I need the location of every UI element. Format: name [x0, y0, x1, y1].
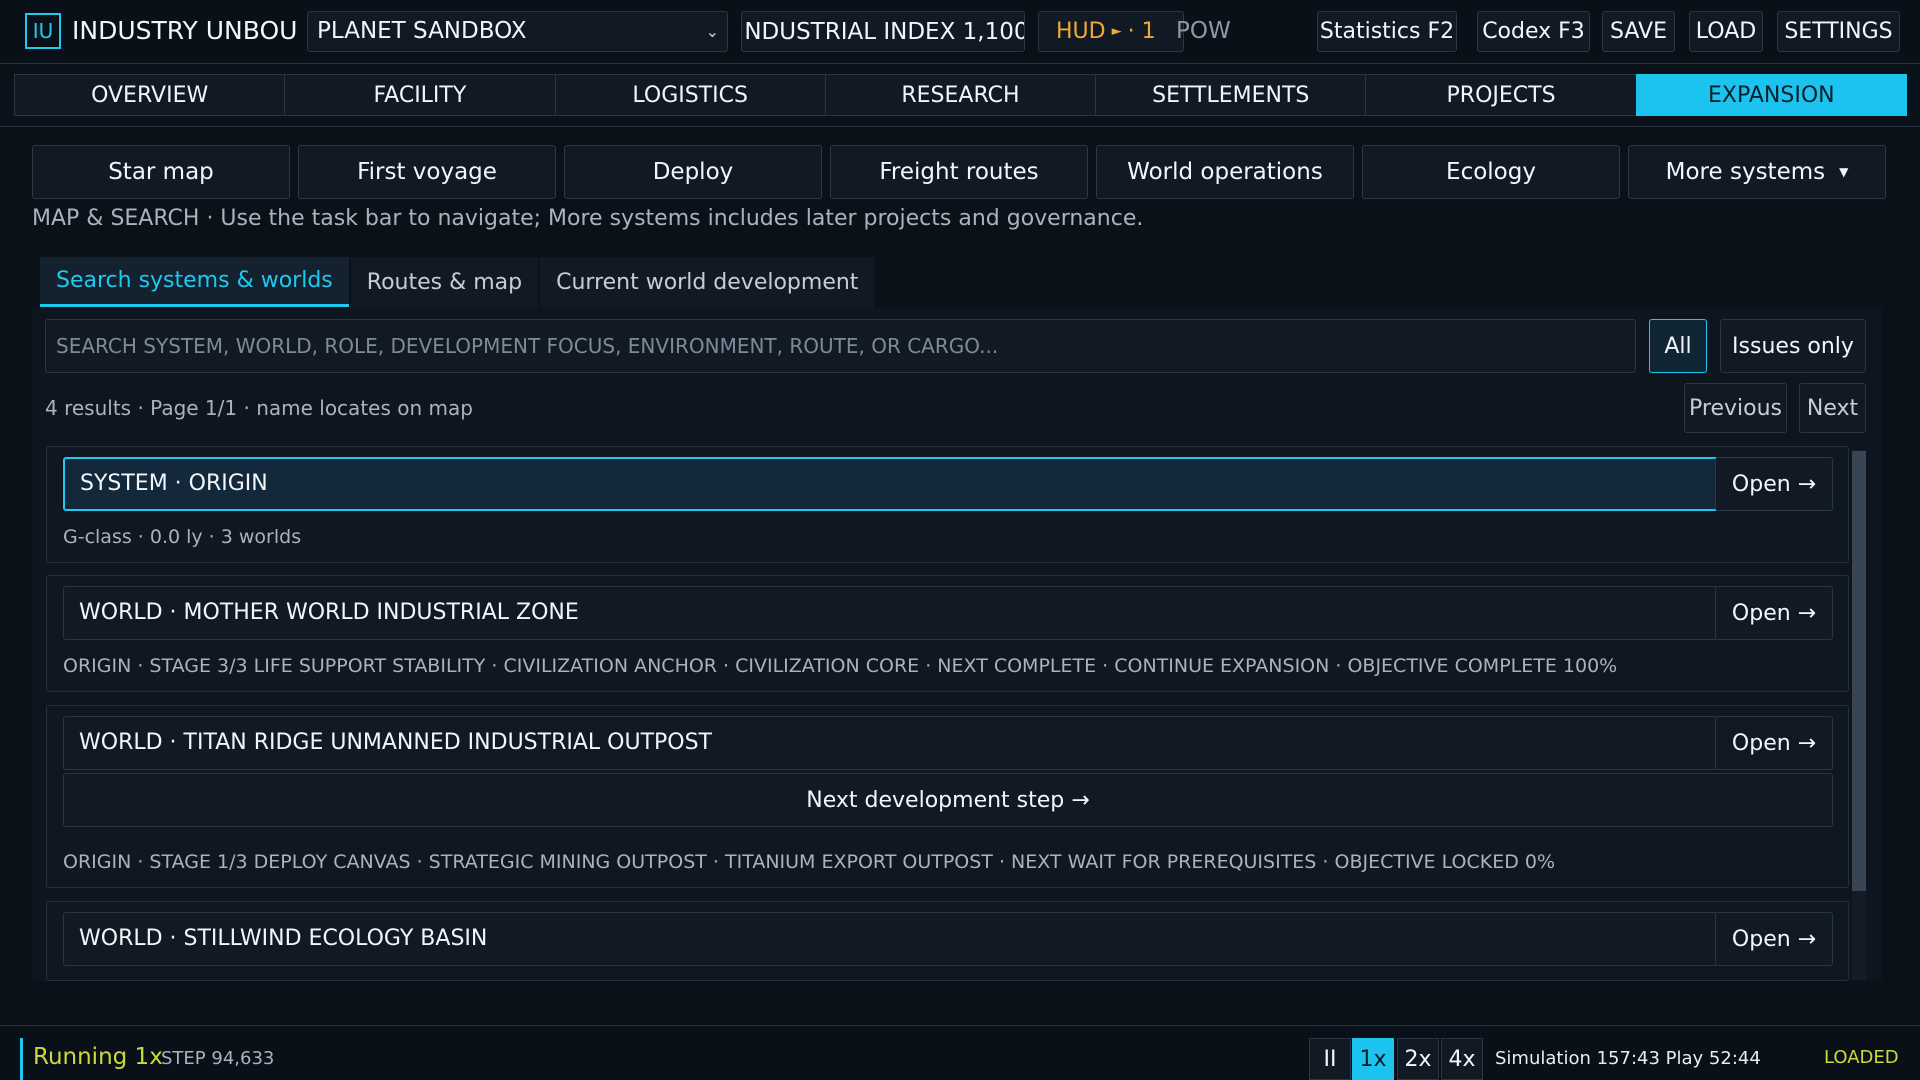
tab-expansion[interactable]: EXPANSION — [1635, 74, 1907, 116]
panel-bottom-edge — [32, 981, 1884, 993]
subnav-first-voyage[interactable]: First voyage — [298, 145, 556, 199]
open-result-button[interactable]: Open → — [1715, 912, 1833, 966]
result-name-button[interactable]: SYSTEM · ORIGIN — [63, 457, 1718, 511]
result-name-button[interactable]: WORLD · TITAN RIDGE UNMANNED INDUSTRIAL … — [63, 716, 1718, 770]
filter-issues-only-button[interactable]: Issues only — [1720, 319, 1866, 373]
next-development-step-button[interactable]: Next development step → — [63, 773, 1833, 827]
pow-label: POW — [1176, 18, 1231, 44]
pause-button[interactable]: II — [1309, 1038, 1351, 1080]
tab-facility[interactable]: FACILITY — [284, 74, 556, 116]
results-summary: 4 results · Page 1/1 · name locates on m… — [45, 396, 473, 420]
search-tab-bar: Search systems & worlds Routes & map Cur… — [40, 257, 876, 307]
tab-routes-map[interactable]: Routes & map — [350, 257, 539, 307]
world-select[interactable]: PLANET SANDBOX ⌄ — [307, 11, 728, 52]
app-logo-icon: IU — [25, 13, 61, 49]
tab-search-systems-worlds[interactable]: Search systems & worlds — [40, 257, 349, 307]
result-meta: ORIGIN · STAGE 1/3 DEPLOY CANVAS · STRAT… — [63, 851, 1556, 873]
hud-toggle[interactable]: HUD ► · 1 — [1038, 11, 1184, 52]
tab-current-world-development[interactable]: Current world development — [540, 257, 875, 307]
tab-projects[interactable]: PROJECTS — [1365, 74, 1637, 116]
hud-value: · 1 — [1127, 19, 1156, 44]
result-meta: G-class · 0.0 ly · 3 worlds — [63, 526, 302, 548]
result-name-button[interactable]: WORLD · STILLWIND ECOLOGY BASIN — [63, 912, 1718, 966]
divider — [0, 126, 1920, 127]
panel-hint: MAP & SEARCH · Use the task bar to navig… — [32, 206, 1144, 231]
filter-all-button[interactable]: All — [1649, 319, 1707, 373]
subnav-star-map[interactable]: Star map — [32, 145, 290, 199]
result-card: WORLD · STILLWIND ECOLOGY BASIN Open → — [46, 901, 1849, 981]
result-card: SYSTEM · ORIGIN Open → G-class · 0.0 ly … — [46, 446, 1849, 563]
subnav-world-operations[interactable]: World operations — [1096, 145, 1354, 199]
result-card: WORLD · TITAN RIDGE UNMANNED INDUSTRIAL … — [46, 705, 1849, 888]
tab-research[interactable]: RESEARCH — [824, 74, 1097, 116]
running-indicator — [20, 1038, 23, 1080]
speed-4x-button[interactable]: 4x — [1441, 1038, 1483, 1080]
results-scrollbar-thumb[interactable] — [1852, 451, 1866, 891]
world-select-value: PLANET SANDBOX — [317, 18, 527, 44]
open-result-button[interactable]: Open → — [1715, 586, 1833, 640]
tab-logistics[interactable]: LOGISTICS — [554, 74, 826, 116]
tab-settlements[interactable]: SETTLEMENTS — [1095, 74, 1367, 116]
tab-overview[interactable]: OVERVIEW — [14, 74, 286, 116]
step-counter: STEP 94,633 — [161, 1048, 275, 1069]
subnav-ecology[interactable]: Ecology — [1362, 145, 1620, 199]
hud-label: HUD — [1056, 19, 1106, 44]
app-title: INDUSTRY UNBOUND — [72, 16, 298, 45]
speed-1x-button[interactable]: 1x — [1352, 1038, 1394, 1080]
subnav-freight-routes[interactable]: Freight routes — [830, 145, 1088, 199]
open-result-button[interactable]: Open → — [1715, 716, 1833, 770]
more-systems-label: More systems — [1665, 159, 1826, 185]
result-name-button[interactable]: WORLD · MOTHER WORLD INDUSTRIAL ZONE — [63, 586, 1718, 640]
statistics-button[interactable]: Statistics F2 — [1317, 11, 1457, 52]
running-status: Running 1x — [33, 1044, 163, 1070]
subnav-more-systems[interactable]: More systems ▼ — [1628, 145, 1886, 199]
play-arrow-icon: ► — [1111, 24, 1122, 39]
result-card: WORLD · MOTHER WORLD INDUSTRIAL ZONE Ope… — [46, 575, 1849, 692]
load-button[interactable]: LOAD — [1689, 11, 1763, 52]
subnav-deploy[interactable]: Deploy — [564, 145, 822, 199]
next-page-button[interactable]: Next — [1799, 383, 1866, 433]
industrial-index-readout: INDUSTRIAL INDEX 1,100 — [741, 11, 1025, 52]
simulation-time: Simulation 157:43 Play 52:44 — [1495, 1048, 1761, 1069]
search-input[interactable] — [45, 319, 1636, 373]
speed-2x-button[interactable]: 2x — [1397, 1038, 1439, 1080]
save-button[interactable]: SAVE — [1602, 11, 1675, 52]
caret-down-icon: ▼ — [1839, 165, 1849, 179]
previous-page-button[interactable]: Previous — [1684, 383, 1787, 433]
codex-button[interactable]: Codex F3 — [1477, 11, 1590, 52]
chevron-down-icon: ⌄ — [705, 22, 719, 41]
open-result-button[interactable]: Open → — [1715, 457, 1833, 511]
settings-button[interactable]: SETTINGS — [1777, 11, 1900, 52]
main-tab-bar: OVERVIEW FACILITY LOGISTICS RESEARCH SET… — [14, 74, 1907, 116]
result-meta: ORIGIN · STAGE 3/3 LIFE SUPPORT STABILIT… — [63, 655, 1618, 677]
loaded-status: LOADED — [1824, 1047, 1899, 1068]
